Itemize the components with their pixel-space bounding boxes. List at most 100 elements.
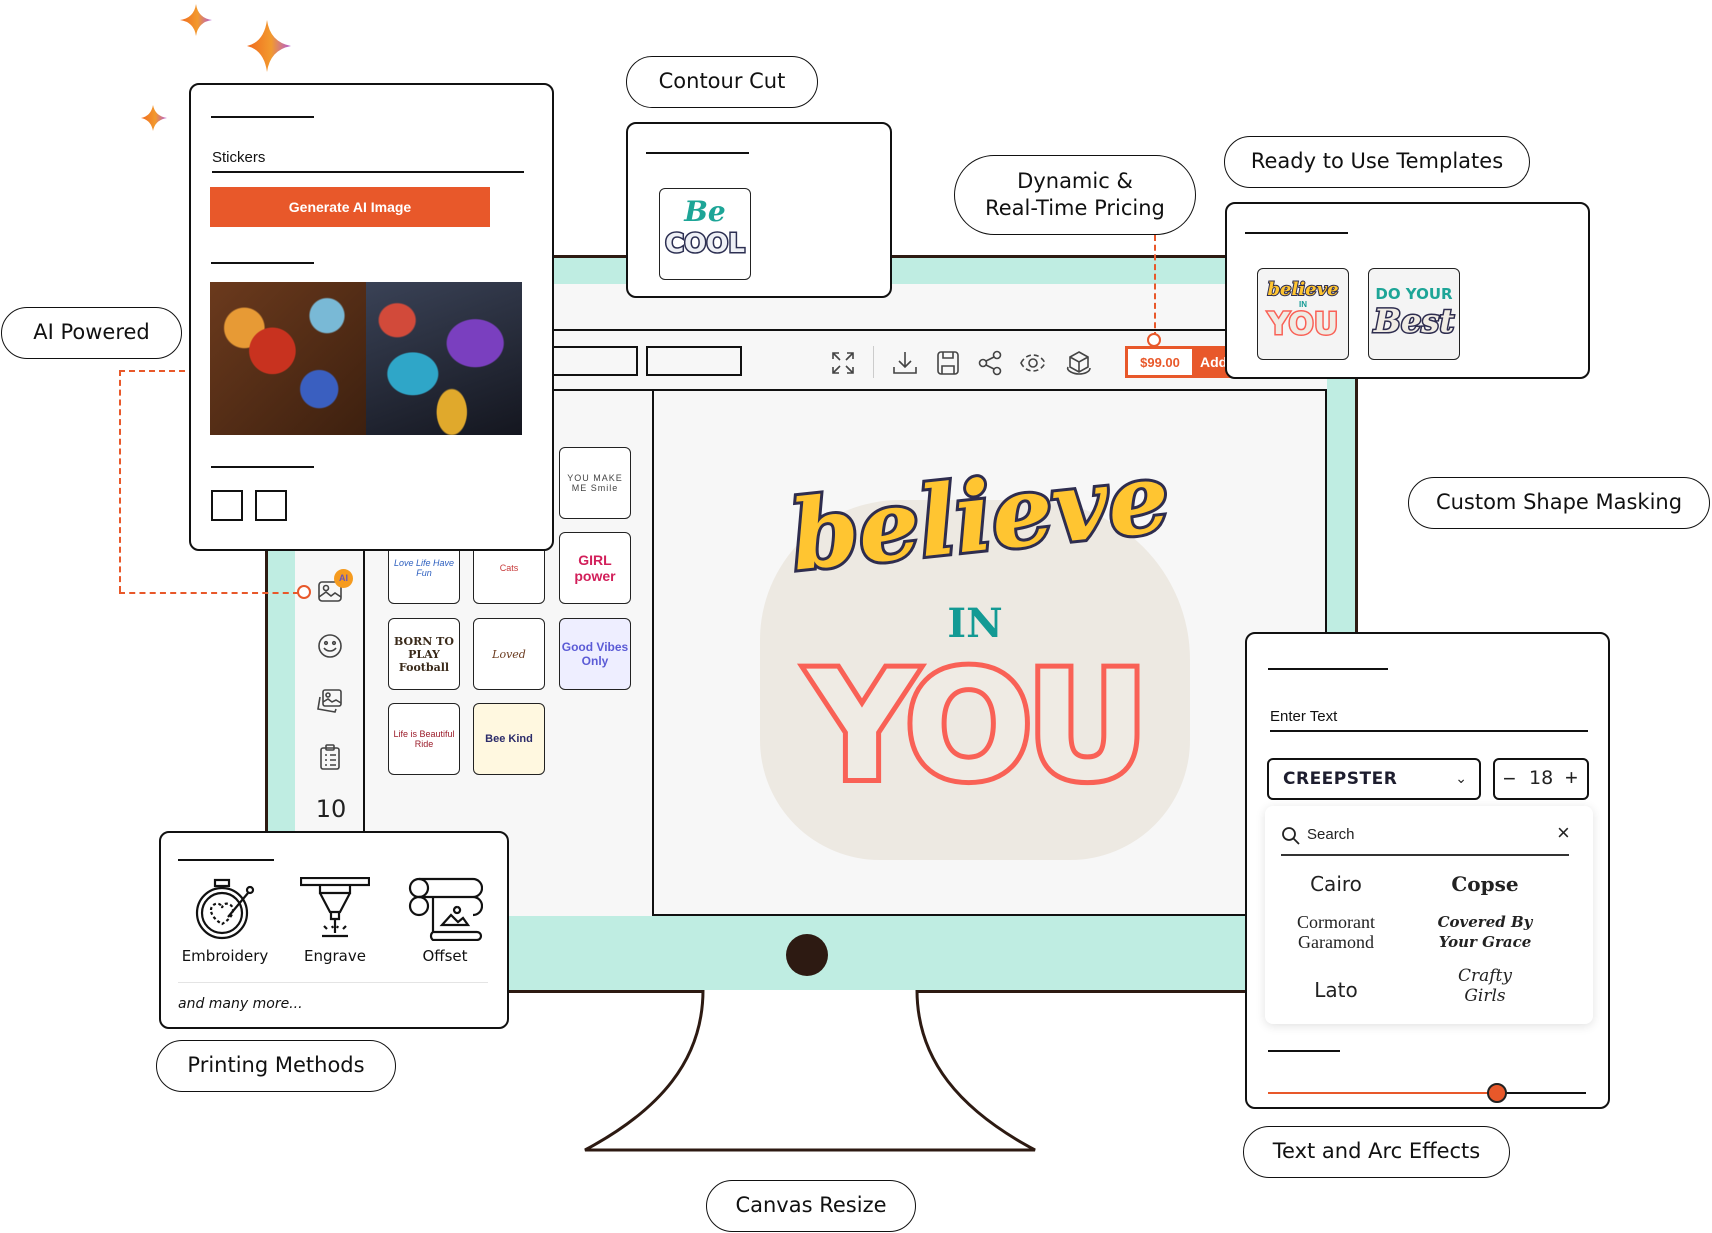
contour-cut-panel: Be COOL: [626, 122, 892, 298]
method-offset[interactable]: Offset: [395, 877, 495, 965]
sparkle-icon: [141, 105, 167, 131]
gallery-item[interactable]: BORN TO PLAY Football: [388, 618, 460, 690]
arc-slider[interactable]: [1268, 1082, 1586, 1104]
close-icon[interactable]: ×: [1557, 820, 1570, 846]
panel-title-placeholder: [646, 152, 749, 154]
templates-panel: believe IN YOU DO YOUR Best: [1225, 202, 1590, 379]
gallery-item[interactable]: Bee Kind: [473, 703, 545, 775]
decrease-size-button[interactable]: −: [1503, 766, 1516, 792]
gallery-item[interactable]: GIRL power: [559, 532, 631, 604]
save-icon[interactable]: [933, 348, 963, 378]
fullscreen-icon[interactable]: [828, 348, 858, 378]
feature-contour-cut: Contour Cut: [626, 56, 818, 108]
pill-line: Real-Time Pricing: [985, 196, 1165, 220]
panel-title-placeholder: [211, 116, 314, 118]
monitor-camera: [786, 934, 828, 976]
offset-print-icon: [408, 877, 484, 942]
section-title-placeholder: [211, 262, 314, 264]
method-label: Offset: [422, 947, 468, 965]
font-option[interactable]: Cairo: [1261, 872, 1411, 896]
option-checkbox[interactable]: [211, 490, 243, 521]
preview-icon[interactable]: [1018, 348, 1048, 378]
download-icon[interactable]: [890, 348, 920, 378]
ai-result-image[interactable]: [366, 282, 522, 435]
pricing-connector: [1154, 235, 1156, 338]
ai-prompt-input[interactable]: Stickers: [212, 145, 524, 173]
font-option[interactable]: Cormorant Garamond: [1261, 912, 1411, 952]
panel-title-placeholder: [178, 859, 274, 861]
laser-engrave-icon: [299, 876, 371, 938]
feature-templates: Ready to Use Templates: [1224, 136, 1530, 188]
template-item[interactable]: DO YOUR Best: [1368, 268, 1460, 360]
panel-title-placeholder: [1245, 232, 1348, 234]
method-label: Engrave: [304, 947, 366, 965]
font-size-value[interactable]: 18: [1529, 767, 1553, 789]
arc-slider-thumb[interactable]: [1487, 1083, 1507, 1103]
ai-result-image[interactable]: [210, 282, 366, 435]
search-icon: [1282, 827, 1300, 845]
method-embroidery[interactable]: Embroidery: [175, 877, 275, 965]
price-display: $99.00: [1128, 349, 1192, 375]
feature-canvas-resize: Canvas Resize: [706, 1180, 916, 1232]
font-selected: CREEPSTER: [1283, 769, 1398, 789]
ai-connector-dot: [297, 585, 311, 599]
divider: [178, 982, 488, 983]
option-checkbox[interactable]: [255, 490, 287, 521]
toolbar-divider: [873, 346, 874, 378]
sidebar-counter: 10: [315, 795, 347, 823]
template-text: Best: [1372, 302, 1455, 341]
toolbar-field[interactable]: [646, 346, 742, 376]
search-underline: [1281, 854, 1569, 856]
font-option[interactable]: Covered By Your Grace: [1425, 912, 1545, 952]
gallery-item[interactable]: Loved: [473, 618, 545, 690]
font-search-input[interactable]: Search: [1307, 826, 1487, 843]
method-engrave[interactable]: Engrave: [285, 876, 385, 965]
section-title-placeholder: [211, 466, 314, 468]
panel-title-placeholder: [1268, 668, 1388, 670]
template-text: YOU: [1266, 307, 1340, 342]
feature-text-arc: Text and Arc Effects: [1243, 1126, 1510, 1178]
share-icon[interactable]: [975, 348, 1005, 378]
more-methods-text: and many more...: [178, 996, 303, 1012]
template-text: DO YOUR: [1375, 285, 1453, 303]
3d-view-icon[interactable]: [1064, 348, 1094, 378]
template-text: believe: [1266, 278, 1339, 301]
feature-ai-powered: AI Powered: [1, 307, 182, 359]
canvas-sticker[interactable]: believe IN YOU: [760, 437, 1190, 860]
font-option[interactable]: Copse: [1410, 872, 1560, 896]
arc-slider-fill: [1268, 1092, 1497, 1094]
image-gallery-icon[interactable]: [315, 686, 345, 716]
connector-dot: [1147, 333, 1161, 347]
font-family-select[interactable]: CREEPSTER ⌄: [1267, 758, 1481, 800]
embroidery-hoop-icon: [195, 878, 255, 940]
increase-size-button[interactable]: +: [1565, 765, 1578, 791]
arc-slider-track: [1497, 1092, 1586, 1094]
arc-title-placeholder: [1268, 1050, 1340, 1052]
font-option[interactable]: Crafty Girls: [1435, 966, 1535, 1006]
feature-custom-shape: Custom Shape Masking: [1408, 477, 1710, 529]
sticker-text: Be: [684, 195, 726, 228]
method-label: Embroidery: [181, 947, 269, 965]
font-option[interactable]: Lato: [1261, 978, 1411, 1002]
monitor-stand: [584, 990, 1036, 1152]
feature-dynamic-pricing: Dynamic & Real-Time Pricing: [954, 155, 1196, 235]
ai-connector: [119, 370, 121, 592]
sticker-word-you: YOU: [803, 635, 1154, 819]
emoji-icon[interactable]: [315, 631, 345, 661]
pill-line: Dynamic &: [1017, 168, 1133, 193]
printing-methods-panel: Embroidery Engrave Offset and many more.…: [159, 831, 509, 1029]
gallery-item[interactable]: Life is Beautiful Ride: [388, 703, 460, 775]
font-dropdown: Search × Cairo Copse Cormorant Garamond …: [1265, 806, 1593, 1024]
text-input[interactable]: Enter Text: [1270, 704, 1588, 732]
clipboard-list-icon[interactable]: [315, 742, 345, 772]
template-item[interactable]: believe IN YOU: [1257, 268, 1349, 360]
gallery-item[interactable]: Good Vibes Only: [559, 618, 631, 690]
toolbar-field[interactable]: [552, 346, 638, 376]
feature-printing-methods: Printing Methods: [156, 1040, 396, 1092]
generate-ai-image-button[interactable]: Generate AI Image: [210, 187, 490, 227]
gallery-item[interactable]: YOU MAKE ME Smile: [559, 447, 631, 519]
sparkle-icon: [247, 20, 291, 72]
ai-connector: [119, 370, 185, 372]
contour-sticker-preview[interactable]: Be COOL: [659, 188, 751, 280]
chevron-down-icon: ⌄: [1455, 770, 1467, 786]
